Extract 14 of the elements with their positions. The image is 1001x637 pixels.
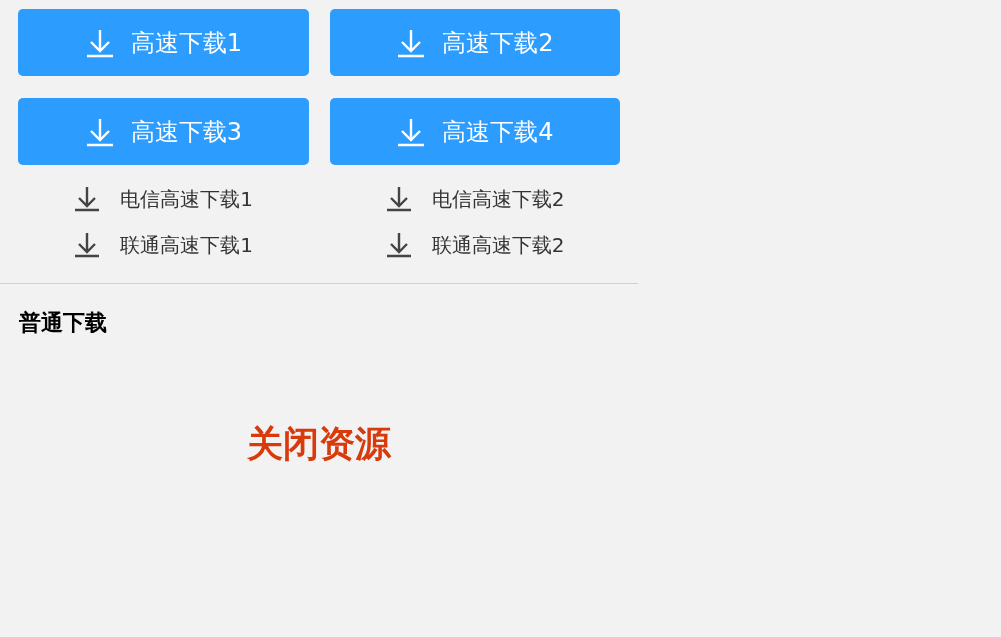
download-icon xyxy=(385,186,412,212)
download-icon xyxy=(84,27,115,58)
download-link[interactable]: 电信高速下载2 xyxy=(330,181,620,217)
download-icon xyxy=(385,232,412,258)
download-link[interactable]: 联通高速下载1 xyxy=(18,227,309,263)
section-heading: 普通下载 xyxy=(19,309,108,337)
download-icon xyxy=(74,186,101,212)
download-icon xyxy=(74,232,101,258)
download-link[interactable]: 联通高速下载2 xyxy=(330,227,620,263)
notice-text: 关闭资源 xyxy=(247,422,391,466)
download-icon xyxy=(84,116,115,147)
download-icon xyxy=(396,116,427,147)
download-link[interactable]: 电信高速下载1 xyxy=(18,181,309,217)
download-icon xyxy=(396,27,427,58)
